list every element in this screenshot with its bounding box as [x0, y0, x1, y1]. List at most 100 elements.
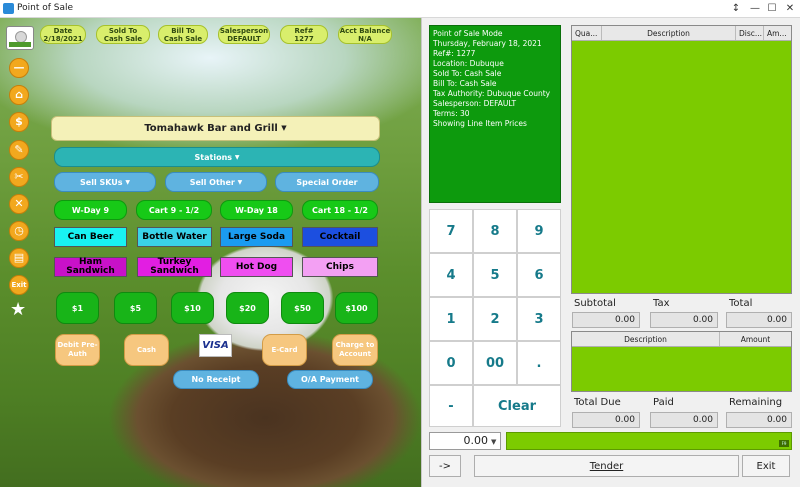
tender-button[interactable]: Tender — [474, 455, 739, 477]
maximize-icon[interactable]: ☐ — [763, 1, 781, 16]
sale-info-panel: Point of Sale Mode Thursday, February 18… — [429, 25, 561, 203]
cash-10-button[interactable]: $10 — [171, 292, 214, 324]
star-icon[interactable]: ★ — [10, 301, 26, 319]
col-discount[interactable]: Disc... — [736, 26, 764, 40]
key-9[interactable]: 9 — [517, 209, 561, 253]
turkey-sandwich-button[interactable]: Turkey Sandwich — [137, 257, 212, 277]
grid-header: Qua... Description Disc... Am... — [572, 26, 791, 41]
no-receipt-button[interactable]: No Receipt — [173, 370, 259, 389]
cart9-button[interactable]: Cart 9 - 1/2 — [136, 200, 212, 220]
ref-pill[interactable]: Ref# 1277 — [280, 25, 328, 44]
cash-1-button[interactable]: $1 — [56, 292, 99, 324]
minus-icon[interactable]: — — [9, 58, 29, 78]
key-5[interactable]: 5 — [473, 253, 517, 297]
col-payment-amount[interactable]: Amount — [720, 332, 791, 346]
col-amount[interactable]: Am... — [764, 26, 791, 40]
key-3[interactable]: 3 — [517, 297, 561, 341]
key-6[interactable]: 6 — [517, 253, 561, 297]
cocktail-button[interactable]: Cocktail — [302, 227, 378, 247]
chevron-down-icon: ▼ — [281, 124, 287, 132]
chevron-down-icon[interactable]: ▼ — [491, 438, 496, 446]
date-pill[interactable]: Date 2/18/2021 — [40, 25, 86, 44]
key-decimal[interactable]: . — [517, 341, 561, 385]
cart18-button[interactable]: Cart 18 - 1/2 — [302, 200, 378, 220]
chevron-down-icon: ▼ — [234, 153, 240, 161]
cash-5-button[interactable]: $5 — [114, 292, 157, 324]
subtotal-value: 0.00 — [572, 312, 640, 328]
visa-button[interactable]: VISA — [199, 334, 232, 357]
cancel-icon[interactable]: ✕ — [9, 194, 29, 214]
paid-value: 0.00 — [650, 412, 718, 428]
key-00[interactable]: 00 — [473, 341, 517, 385]
chips-button[interactable]: Chips — [302, 257, 378, 277]
ecard-button[interactable]: E-Card — [262, 334, 307, 366]
debit-pre-auth-button[interactable]: Debit Pre-Auth — [55, 334, 100, 366]
restore-icon[interactable]: ↕ — [727, 1, 745, 16]
key-7[interactable]: 7 — [429, 209, 473, 253]
chevron-down-icon: ▼ — [237, 178, 243, 186]
visa-logo-icon: VISA — [202, 340, 229, 351]
wday18-button[interactable]: W-Day 18 — [220, 200, 293, 220]
sell-other-button[interactable]: Sell Other ▼ — [165, 172, 267, 192]
special-order-button[interactable]: Special Order — [275, 172, 379, 192]
total-due-label: Total Due — [574, 397, 621, 408]
payments-grid[interactable]: Description Amount — [571, 331, 792, 392]
total-due-value: 0.00 — [572, 412, 640, 428]
bottle-water-button[interactable]: Bottle Water — [137, 227, 212, 247]
line-items-grid[interactable]: Qua... Description Disc... Am... — [571, 25, 792, 294]
sold-to-pill[interactable]: Sold To Cash Sale — [96, 25, 150, 44]
golf-logo-button[interactable] — [6, 26, 34, 50]
key-0[interactable]: 0 — [429, 341, 473, 385]
tax-value: 0.00 — [650, 312, 718, 328]
close-icon[interactable]: ✕ — [781, 1, 799, 16]
pos-background — [0, 18, 421, 487]
col-quantity[interactable]: Qua... — [572, 26, 602, 40]
oa-payment-button[interactable]: O/A Payment — [287, 370, 373, 389]
can-beer-button[interactable]: Can Beer — [54, 227, 127, 247]
arrow-button[interactable]: -> — [429, 455, 461, 477]
minimize-icon[interactable]: — — [746, 1, 764, 16]
remaining-value: 0.00 — [726, 412, 792, 428]
app-icon — [3, 3, 14, 14]
charge-to-account-button[interactable]: Charge to Account — [332, 334, 378, 366]
exit-button[interactable]: Exit — [742, 455, 790, 477]
tax-label: Tax — [653, 298, 670, 309]
hot-dog-button[interactable]: Hot Dog — [220, 257, 293, 277]
cash-50-button[interactable]: $50 — [281, 292, 324, 324]
stations-dropdown[interactable]: Stations ▼ — [54, 147, 380, 167]
remaining-label: Remaining — [729, 397, 783, 408]
register-icon[interactable]: ▤ — [9, 248, 29, 268]
sell-skus-button[interactable]: Sell SKUs ▼ — [54, 172, 156, 192]
f9-badge: F9 — [779, 440, 789, 447]
total-label: Total — [729, 298, 753, 309]
payments-header: Description Amount — [572, 332, 791, 347]
cash-100-button[interactable]: $100 — [335, 292, 378, 324]
cash-tender-button[interactable]: Cash — [124, 334, 169, 366]
key-2[interactable]: 2 — [473, 297, 517, 341]
key-clear[interactable]: Clear — [473, 385, 561, 427]
key-4[interactable]: 4 — [429, 253, 473, 297]
exit-icon[interactable]: Exit — [9, 275, 29, 295]
cash-20-button[interactable]: $20 — [226, 292, 269, 324]
money-bag-icon[interactable]: $ — [9, 112, 29, 132]
col-payment-description[interactable]: Description — [572, 332, 720, 346]
salesperson-pill[interactable]: Salesperson DEFAULT — [218, 25, 270, 44]
window-title: Point of Sale — [17, 3, 74, 13]
key-8[interactable]: 8 — [473, 209, 517, 253]
home-icon[interactable]: ⌂ — [9, 85, 29, 105]
key-1[interactable]: 1 — [429, 297, 473, 341]
acct-balance-pill[interactable]: Acct Balance N/A — [338, 25, 392, 44]
large-soda-button[interactable]: Large Soda — [220, 227, 293, 247]
key-minus[interactable]: - — [429, 385, 473, 427]
clock-icon[interactable]: ◷ — [9, 221, 29, 241]
chevron-down-icon: ▼ — [125, 178, 130, 186]
wrench-icon[interactable]: ✎ — [9, 140, 29, 160]
amount-display-bar: F9 — [506, 432, 792, 450]
location-dropdown[interactable]: Tomahawk Bar and Grill ▼ — [51, 116, 380, 141]
ham-sandwich-button[interactable]: Ham Sandwich — [54, 257, 127, 277]
wday9-button[interactable]: W-Day 9 — [54, 200, 127, 220]
paid-label: Paid — [653, 397, 674, 408]
scissors-icon[interactable]: ✂ — [9, 167, 29, 187]
bill-to-pill[interactable]: Bill To Cash Sale — [158, 25, 208, 44]
col-description[interactable]: Description — [602, 26, 736, 40]
